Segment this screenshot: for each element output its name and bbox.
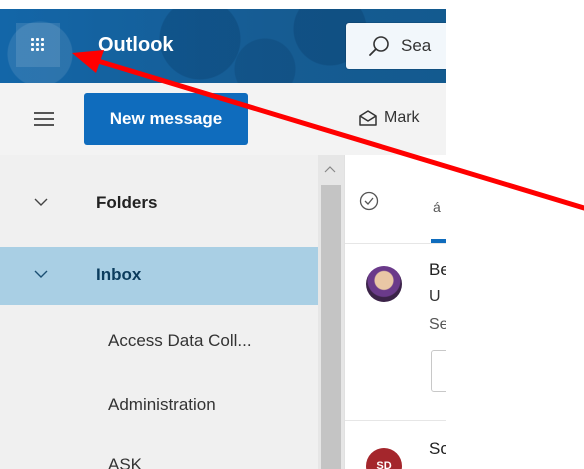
active-tab-indicator: [431, 239, 446, 243]
avatar: [366, 266, 402, 302]
app-title[interactable]: Outlook: [98, 34, 174, 57]
folder-pane: Folders Inbox Access Data Coll... Admini…: [0, 155, 318, 469]
folder-scrollbar[interactable]: [318, 155, 344, 469]
attachment-preview[interactable]: [431, 350, 446, 392]
message-sender: Be: [429, 260, 446, 279]
message-subject: U: [429, 288, 441, 305]
message-sender: Sc: [429, 439, 446, 458]
message-list: á Be U Se SD Sc: [344, 155, 446, 469]
message-preview: Se: [429, 316, 446, 333]
select-all-icon[interactable]: [359, 191, 379, 211]
folders-label: Folders: [96, 193, 158, 212]
chevron-down-icon: [34, 198, 48, 206]
sidebar-item-administration[interactable]: Administration: [108, 395, 216, 415]
sidebar-item-inbox[interactable]: Inbox: [0, 247, 318, 305]
command-bar: New message Mark: [0, 83, 446, 155]
avatar: SD: [366, 448, 402, 469]
list-item[interactable]: Be U Se: [345, 244, 446, 421]
sidebar-item-access-data[interactable]: Access Data Coll...: [108, 331, 252, 351]
app-launcher-icon: [31, 38, 45, 52]
search-icon: [369, 36, 389, 56]
outlook-window: Outlook Sea New message Mark Folders Inb…: [0, 0, 446, 469]
mark-read-button[interactable]: Mark: [358, 106, 420, 130]
chevron-down-icon: [34, 270, 48, 278]
inbox-label: Inbox: [96, 265, 142, 284]
scrollbar-thumb[interactable]: [321, 185, 341, 469]
mark-read-label: Mark: [384, 109, 420, 126]
app-header: Outlook Sea: [0, 9, 446, 83]
search-input[interactable]: Sea: [346, 23, 446, 69]
hamburger-icon[interactable]: [34, 112, 54, 126]
search-placeholder: Sea: [401, 36, 432, 55]
app-launcher-button[interactable]: [16, 23, 60, 67]
message-list-header: á: [345, 155, 446, 244]
scroll-up-icon[interactable]: [322, 161, 338, 177]
tab-focused[interactable]: á: [433, 199, 441, 215]
sidebar-item-ask[interactable]: ASK: [108, 455, 142, 469]
folders-header[interactable]: Folders: [0, 175, 318, 231]
mark-read-envelope-icon: [359, 110, 377, 126]
new-message-button[interactable]: New message: [84, 93, 248, 145]
